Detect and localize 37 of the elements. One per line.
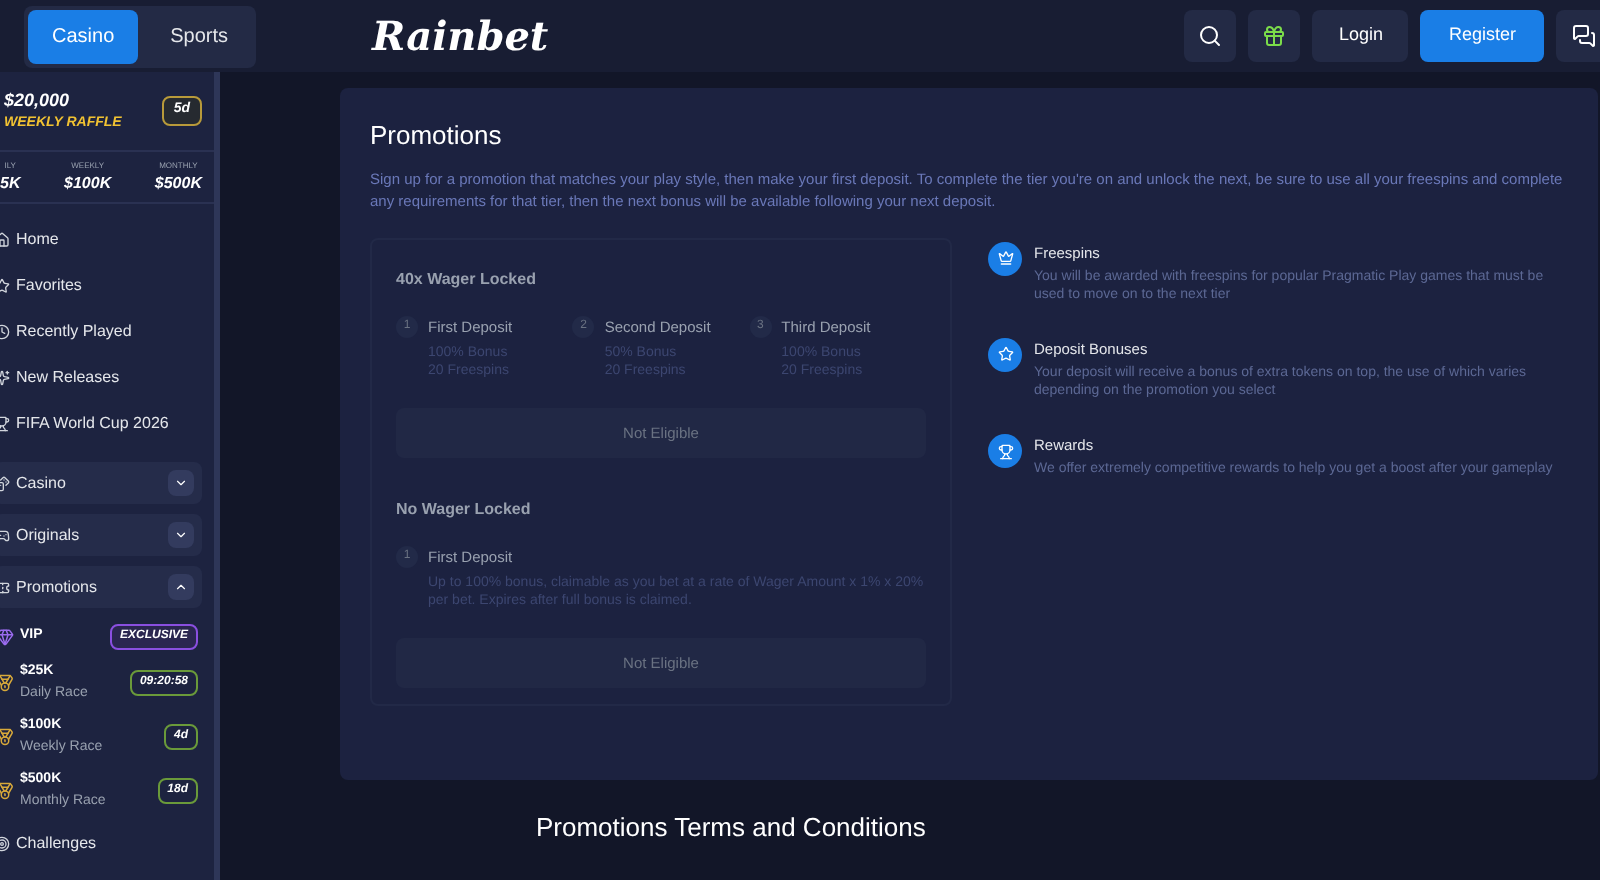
login-button[interactable]: Login <box>1312 10 1409 62</box>
search-button[interactable] <box>1184 10 1237 62</box>
sidebar-item[interactable]: New Releases <box>0 364 214 392</box>
crown-icon <box>988 241 1022 275</box>
race-amount: $100K <box>64 171 112 195</box>
gem-icon <box>0 628 14 646</box>
register-button[interactable]: Register <box>1420 10 1544 62</box>
medal-icon <box>0 674 14 692</box>
logo[interactable]: Rainbet <box>372 6 549 66</box>
race-amount: 5K <box>0 171 21 195</box>
sidebar-section[interactable]: Promotions <box>0 566 202 608</box>
gift-button[interactable] <box>1248 10 1301 62</box>
chevron-icon[interactable] <box>168 522 194 548</box>
search-icon <box>1198 24 1223 48</box>
chat-icon <box>1572 24 1596 48</box>
promotions-title: Promotions <box>370 118 504 154</box>
tab[interactable]: Sports <box>146 9 253 63</box>
sidebar-item[interactable]: FIFA World Cup 2026 <box>0 410 214 438</box>
chevron-icon[interactable] <box>168 470 194 496</box>
sidebar-item[interactable]: Home <box>0 226 214 254</box>
gift-icon <box>1262 24 1287 48</box>
tab[interactable]: Casino <box>28 9 139 63</box>
sidebar-section[interactable]: Casino <box>0 462 202 504</box>
race-amount: $500K <box>154 171 202 195</box>
sidebar-item[interactable]: Challenges <box>0 832 214 856</box>
medal-icon <box>0 782 14 800</box>
sidebar-section[interactable]: Originals <box>0 514 202 556</box>
raffle-amount: $20,000 <box>4 87 72 113</box>
offer-title: No Wager Locked <box>396 497 533 522</box>
medal-icon <box>0 728 14 746</box>
chevron-icon[interactable] <box>168 574 194 600</box>
sidebar-item[interactable]: Favorites <box>0 272 214 300</box>
sidebar-item[interactable]: Recently Played <box>0 318 214 346</box>
terms-title: Promotions Terms and Conditions <box>536 810 928 846</box>
trophy-icon <box>988 434 1022 468</box>
offer-title: 40x Wager Locked <box>396 267 538 291</box>
chat-button[interactable] <box>1556 10 1600 62</box>
